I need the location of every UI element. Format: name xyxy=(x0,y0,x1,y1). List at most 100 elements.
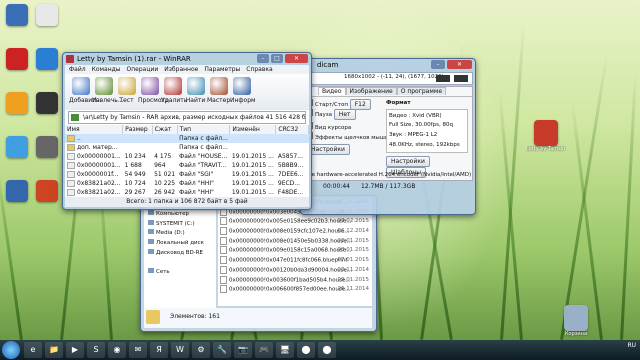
table-row[interactable]: 0x00000001... 10 234 4 175 Файл "HOUSE... 19… xyxy=(65,152,309,161)
taskbar-app-button[interactable]: W xyxy=(171,342,189,358)
taskbar-app-button[interactable]: Я xyxy=(150,342,168,358)
nav-item[interactable]: Media (D:) xyxy=(144,229,216,239)
menu-item[interactable]: Справка xyxy=(246,66,272,73)
column-header[interactable]: Имя xyxy=(65,125,124,134)
menu-item[interactable]: Избранное xyxy=(164,66,198,73)
maximize-button[interactable]: □ xyxy=(271,54,283,63)
nav-item[interactable]: Дисковод BD-RE xyxy=(144,248,216,259)
taskbar-app-button[interactable]: 📷 xyxy=(234,342,252,358)
desktop-icon[interactable] xyxy=(2,180,32,202)
list-item[interactable]: 0x00000000!0x00120b0da3d90004.house... 03… xyxy=(218,265,372,276)
toolbar-button[interactable]: Мастер xyxy=(207,76,230,110)
cell-text: 0x00000001... xyxy=(77,153,121,160)
desktop-icon[interactable] xyxy=(2,4,32,26)
desktop-icon[interactable]: Letty by Tamsin (1) xyxy=(526,120,566,152)
desktop-icon[interactable] xyxy=(32,136,62,158)
column-header[interactable]: Тип xyxy=(177,125,231,134)
close-button[interactable]: ✕ xyxy=(285,54,308,63)
video-codec: Видео : Xvid (VBR) xyxy=(389,112,442,119)
taskbar-app-button[interactable]: ⬤ xyxy=(297,342,315,358)
column-header[interactable]: Сжат xyxy=(152,125,178,134)
file-date: 07.02.2015 xyxy=(337,218,370,225)
column-header[interactable]: Размер xyxy=(122,125,153,134)
table-cell: 0x0000001f... xyxy=(65,170,123,179)
tab[interactable]: Изображение xyxy=(345,87,397,95)
menu-item[interactable]: Файл xyxy=(69,66,86,73)
file-name: 0x00000000!0x003600f1bad505b4.house... xyxy=(229,277,351,283)
bandicam-target-bar[interactable]: 1680x1002 - (-11, 24), (1677, 1026) xyxy=(303,72,473,85)
tab[interactable]: О программе xyxy=(396,87,447,95)
start-button[interactable] xyxy=(2,341,20,359)
taskbar-app-button[interactable]: ◉ xyxy=(108,342,126,358)
file-date: 02.01.2015 xyxy=(337,237,370,244)
taskbar-app-button[interactable]: 🖥 xyxy=(276,342,294,358)
cell-text: 10 225 xyxy=(154,180,176,187)
taskbar-app-button[interactable]: 🎮 xyxy=(255,342,273,358)
table-cell xyxy=(230,143,276,152)
desktop-icon[interactable] xyxy=(2,92,32,114)
list-item[interactable]: 0x00000000!0x009e0158c15a0068.house... 08… xyxy=(218,246,372,256)
list-item[interactable]: 0x00000000!0x005e0158ee9c02b3.house... 07… xyxy=(218,217,372,227)
menu-item[interactable]: Команды xyxy=(92,66,121,73)
table-cell xyxy=(275,134,309,143)
nav-item[interactable]: Компьютер xyxy=(144,210,216,220)
cursor-settings-button[interactable]: Настройки xyxy=(306,143,350,155)
table-row[interactable]: доп. матер... Папка с файл... xyxy=(65,143,309,152)
nav-item[interactable]: Локальный диск xyxy=(144,239,216,249)
list-item[interactable]: 0x00000000!0x008e01450e5b0338.house... 02… xyxy=(218,236,372,247)
record-button[interactable] xyxy=(436,75,450,82)
desktop-icon[interactable] xyxy=(32,4,62,26)
column-header[interactable]: Изменён xyxy=(229,125,277,134)
toolbar-button[interactable]: Удалить xyxy=(161,76,187,110)
toolbar-button[interactable]: Извлечь... xyxy=(92,76,124,110)
toolbar-button[interactable]: Найти xyxy=(184,76,207,110)
desktop-icon[interactable] xyxy=(32,180,62,202)
cell-text: Файл "HHI" xyxy=(179,189,214,196)
toolbar-button[interactable]: Тест xyxy=(115,76,138,110)
up-folder-icon[interactable] xyxy=(71,114,79,121)
menu-item[interactable]: Операции xyxy=(127,66,159,73)
toolbar-button[interactable]: Просмотр xyxy=(138,76,169,110)
language-indicator[interactable]: RU xyxy=(627,342,636,349)
list-item[interactable]: 0x00000000!0x047e011fc8fc066.blueprint 07… xyxy=(218,256,372,266)
column-header[interactable]: CRC32 xyxy=(275,125,309,134)
taskbar-app-button[interactable]: S xyxy=(87,342,105,358)
taskbar-app-button[interactable]: ⬤ xyxy=(318,342,336,358)
nav-item[interactable]: Сеть xyxy=(144,268,216,278)
list-item[interactable]: 0x00000000!0x008e0159cfc107e2.house... 06… xyxy=(218,227,372,237)
table-row[interactable]: .. Папка с файл... xyxy=(65,134,309,143)
taskbar-app-button[interactable]: 📁 xyxy=(45,342,63,358)
nav-item[interactable]: SYSTEMIT (C:) xyxy=(144,219,216,230)
desktop-icon[interactable] xyxy=(32,92,62,114)
file-date: 06.12.2014 xyxy=(337,228,370,235)
taskbar-app-button[interactable]: ▶ xyxy=(66,342,84,358)
tab[interactable]: Видео xyxy=(318,87,346,95)
pause-button[interactable] xyxy=(454,75,468,82)
list-item[interactable]: 0x00000000!0x003600f1bad505b4.house... 09… xyxy=(218,275,372,286)
table-cell: Папка с файл... xyxy=(177,143,230,152)
bandicam-window: dicam – ✕ 1680x1002 - (-11, 24), (1677, … xyxy=(300,58,476,215)
minimize-button[interactable]: – xyxy=(257,54,269,63)
table-cell: 0x00000001... xyxy=(65,161,123,170)
winrar-address-bar[interactable]: \ar\Letty by Tamsin - RAR архив, размер … xyxy=(68,111,306,124)
desktop-icon[interactable] xyxy=(2,136,32,158)
taskbar-app-button[interactable]: 🔧 xyxy=(213,342,231,358)
table-row[interactable]: 0x83821a02... 29 267 26 942 Файл "HHI" 19.01… xyxy=(65,188,309,197)
taskbar-app-button[interactable]: e xyxy=(24,342,42,358)
table-row[interactable]: 0x83821a02... 10 724 10 225 Файл "HHI" 19.01… xyxy=(65,179,309,188)
close-button[interactable]: ✕ xyxy=(447,60,472,69)
taskbar-app-button[interactable]: ✉ xyxy=(129,342,147,358)
menu-item[interactable]: Параметры xyxy=(204,66,240,73)
toolbar-button[interactable]: Добавить xyxy=(69,76,99,110)
taskbar-app-button[interactable]: ⚙ xyxy=(192,342,210,358)
minimize-button[interactable]: – xyxy=(431,60,445,69)
hotkey-pause-field[interactable]: Нет xyxy=(333,108,356,120)
desktop-icon[interactable] xyxy=(2,48,32,70)
table-row[interactable]: 0x00000001... 1 688 964 Файл "TRAVIT... 19.0… xyxy=(65,161,309,170)
table-row[interactable]: 0x0000001f... 54 949 51 021 Файл "SGI" 19.01… xyxy=(65,170,309,179)
desktop-icon[interactable]: Корзина xyxy=(556,305,596,337)
list-item[interactable]: 0x00000000!0x006600f857ed00ee.house... 26… xyxy=(218,285,372,295)
desktop-icon[interactable] xyxy=(32,48,62,70)
format-settings-button[interactable]: Настройки xyxy=(386,156,430,168)
toolbar-button[interactable]: Информ xyxy=(230,76,256,110)
